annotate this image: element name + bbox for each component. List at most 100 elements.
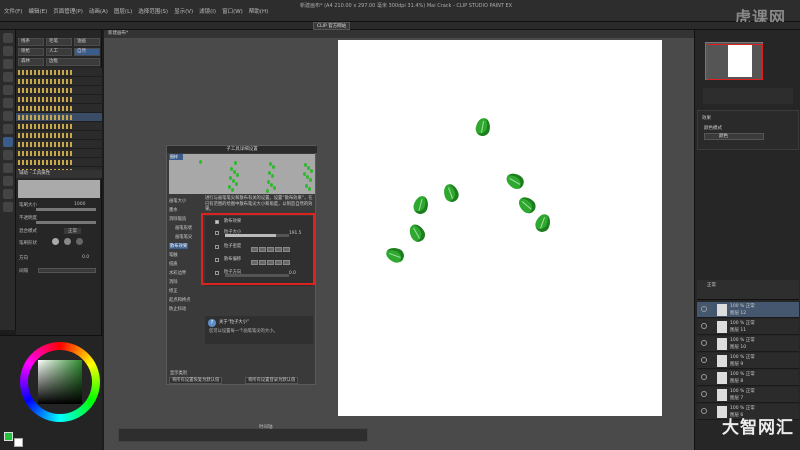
category-item[interactable]: 消除 [169, 279, 178, 285]
eyedropper-tool-icon[interactable] [3, 85, 13, 95]
layer-row[interactable]: 100 % 正常 图层 7 [697, 387, 799, 403]
tool-property-title: 辅助 · 工具属性 [16, 170, 102, 178]
brush-item[interactable] [16, 95, 102, 104]
category-item[interactable]: 纸质 [169, 261, 178, 267]
brush-tip-icon[interactable] [63, 238, 71, 245]
category-item[interactable]: 笔触 [169, 252, 178, 258]
brush-item[interactable] [16, 104, 102, 113]
eye-icon[interactable] [701, 340, 707, 346]
menu-help[interactable]: 帮助(H) [249, 7, 268, 15]
decoration-tool-icon[interactable] [3, 137, 13, 147]
canvas-tab[interactable]: 新建画布* [104, 30, 694, 38]
subtool-group[interactable]: 喷枪 [18, 48, 44, 56]
layer-blend-mode[interactable]: 正常 [707, 282, 716, 288]
brush-item[interactable] [16, 131, 102, 140]
direction-value[interactable]: 0.0 [82, 255, 89, 260]
gradient-tool-icon[interactable] [3, 176, 13, 186]
blend-mode-select[interactable]: 正常 [64, 228, 81, 234]
category-item[interactable]: 水彩边界 [169, 270, 186, 276]
clip-official-button[interactable]: CLIP 官方网站 [313, 22, 351, 30]
eye-icon[interactable] [701, 357, 707, 363]
register-all-button[interactable]: 将所有设置登录为默认值 [245, 377, 299, 384]
subtool-group[interactable]: 人工 [46, 48, 72, 56]
figure-tool-icon[interactable] [3, 189, 13, 199]
fill-tool-icon[interactable] [3, 163, 13, 173]
menu-animation[interactable]: 动画(A) [89, 7, 108, 15]
subtool-group[interactable]: 森林 [18, 58, 44, 66]
main-color-swatch[interactable] [4, 432, 13, 441]
subtool-group[interactable]: 油画 [74, 38, 100, 46]
move-tool-icon[interactable] [3, 33, 13, 43]
subtool-group[interactable]: 边框 [46, 58, 100, 66]
menu-file[interactable]: 文件(F) [4, 7, 22, 15]
menu-filter[interactable]: 滤镜(I) [199, 7, 216, 15]
eraser-tool-icon[interactable] [3, 150, 13, 160]
brush-item[interactable] [16, 77, 102, 86]
preview-particle [308, 187, 311, 191]
layer-row[interactable]: 100 % 正常 图层 8 [697, 370, 799, 386]
category-item[interactable]: 起点和终点 [169, 297, 190, 303]
sub-color-swatch[interactable] [14, 438, 23, 447]
brush-size-slider[interactable] [36, 208, 96, 211]
menu-view[interactable]: 显示(V) [174, 7, 193, 15]
lasso-tool-icon[interactable] [3, 72, 13, 82]
brush-tip-icon[interactable] [75, 238, 83, 245]
category-item[interactable]: 画笔大小 [169, 198, 186, 204]
saturation-square[interactable] [38, 360, 82, 404]
pen-tool-icon[interactable] [3, 98, 13, 108]
menu-selection[interactable]: 选择范围(S) [138, 7, 168, 15]
category-item[interactable]: 修正 [169, 288, 178, 294]
brush-shape-label: 笔刷形状 [19, 241, 37, 246]
eye-icon[interactable] [701, 391, 707, 397]
select-tool-icon[interactable] [3, 59, 13, 69]
menu-window[interactable]: 窗口(W) [222, 7, 243, 15]
brush-shape-options[interactable] [52, 238, 96, 246]
navigator-view-frame[interactable] [707, 44, 763, 80]
menu-page[interactable]: 页面管理(P) [53, 7, 83, 15]
preview-particle [310, 169, 313, 173]
layer-row[interactable]: 100 % 正常 图层 11 [697, 319, 799, 335]
brush-item[interactable] [16, 86, 102, 95]
category-item[interactable]: 散布效果 [169, 243, 189, 249]
brush-size-value[interactable]: 1000 [74, 202, 85, 207]
dialog-info-text: 进行与画笔笔尖和散布有关的设置。设置“散布效果”，在已有范围的绘图中散布笔尖大小… [205, 196, 313, 212]
layer-row[interactable]: 100 % 正常 图层 12 [697, 302, 799, 318]
layer-row[interactable]: 100 % 正常 图层 9 [697, 353, 799, 369]
timeline-bar[interactable]: 时间轴 [118, 425, 368, 442]
category-item[interactable]: 画笔形状 [175, 225, 192, 231]
eye-icon[interactable] [701, 374, 707, 380]
navigator-controls[interactable] [703, 88, 793, 104]
brush-item[interactable] [16, 68, 102, 77]
menu-layer[interactable]: 图层(L) [114, 7, 132, 15]
reset-all-button[interactable]: 将所有设置恢复为默认值 [169, 377, 223, 384]
brush-item[interactable] [16, 149, 102, 158]
canvas-paper[interactable] [338, 40, 662, 416]
brush-tool-icon[interactable] [3, 124, 13, 134]
subtool-group[interactable]: 自然 [74, 48, 100, 56]
brush-item[interactable] [16, 113, 102, 122]
eye-icon[interactable] [701, 408, 707, 414]
eye-icon[interactable] [701, 323, 707, 329]
category-item[interactable]: 防止抖动 [169, 306, 186, 312]
category-item[interactable]: 消除锯齿 [169, 216, 186, 222]
preview-particle [199, 160, 202, 164]
zoom-tool-icon[interactable] [3, 46, 13, 56]
brush-item[interactable] [16, 158, 102, 167]
opacity-slider[interactable] [36, 221, 96, 224]
brush-item[interactable] [16, 140, 102, 149]
category-item[interactable]: 画笔笔尖 [175, 234, 192, 240]
brush-item[interactable] [16, 122, 102, 131]
layer-row[interactable]: 100 % 正常 图层 10 [697, 336, 799, 352]
subtool-group[interactable]: 毛笔 [46, 38, 72, 46]
text-tool-icon[interactable] [3, 202, 13, 212]
eye-icon[interactable] [701, 306, 707, 312]
brush-tip-icon[interactable] [52, 238, 59, 245]
color-mode-select[interactable]: 颜色 [704, 133, 764, 140]
show-category-checkbox[interactable]: 显示类别 [170, 370, 187, 376]
color-wheel[interactable] [20, 342, 100, 422]
interval-slider[interactable] [38, 268, 96, 273]
category-item[interactable]: 墨水 [169, 207, 178, 213]
pencil-tool-icon[interactable] [3, 111, 13, 121]
subtool-group[interactable]: 线条 [18, 38, 44, 46]
menu-edit[interactable]: 编辑(E) [28, 7, 47, 15]
